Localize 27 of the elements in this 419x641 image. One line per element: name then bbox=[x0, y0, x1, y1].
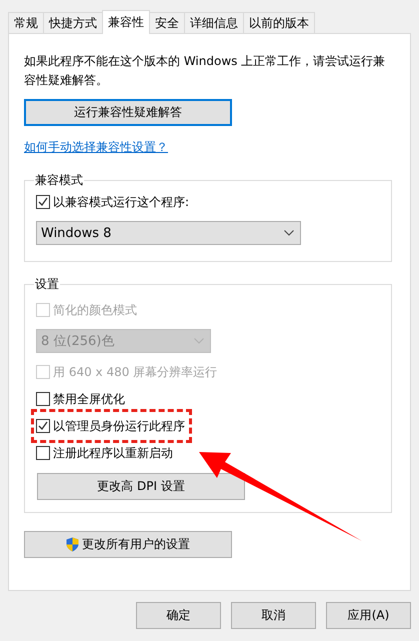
checkbox-label: 注册此程序以重新启动 bbox=[53, 444, 173, 462]
group-title: 兼容模式 bbox=[34, 172, 84, 189]
checkbox-label: 简化的颜色模式 bbox=[53, 302, 137, 318]
shield-icon bbox=[66, 537, 79, 552]
dialog-button[interactable]: 取消 bbox=[231, 602, 316, 629]
all-users-button[interactable]: 更改所有用户的设置 bbox=[24, 531, 232, 558]
dialog-button[interactable]: 确定 bbox=[136, 602, 221, 629]
checkbox[interactable] bbox=[36, 419, 50, 433]
checkbox[interactable] bbox=[36, 195, 50, 209]
dialog-button[interactable]: 应用(A) bbox=[326, 602, 411, 629]
chevron-icon bbox=[194, 338, 204, 344]
checkbox-label: 以管理员身份运行此程序 bbox=[53, 418, 185, 434]
checkbox[interactable] bbox=[36, 446, 50, 460]
tab[interactable]: 常规 bbox=[8, 12, 44, 33]
checkbox-label: 禁用全屏优化 bbox=[53, 390, 125, 408]
description-text: 如果此程序不能在这个版本的 Windows 上正常工作，请尝试运行兼容性疑难解答。 bbox=[24, 53, 386, 89]
troubleshoot-button[interactable]: 运行兼容性疑难解答 bbox=[24, 99, 232, 126]
help-link[interactable]: 如何手动选择兼容性设置？ bbox=[24, 139, 168, 156]
tab[interactable]: 以前的版本 bbox=[243, 12, 315, 33]
checkbox-label: 以兼容模式运行这个程序: bbox=[53, 194, 190, 210]
dropdown[interactable]: Windows 8 bbox=[36, 221, 301, 245]
tab[interactable]: 兼容性 bbox=[102, 10, 150, 34]
group-title: 设置 bbox=[34, 276, 60, 293]
dpi-settings-button[interactable]: 更改高 DPI 设置 bbox=[37, 473, 245, 500]
chevron-icon bbox=[284, 230, 294, 236]
checkbox[interactable] bbox=[36, 392, 50, 406]
checkbox-label: 用 640 x 480 屏幕分辨率运行 bbox=[53, 364, 218, 380]
